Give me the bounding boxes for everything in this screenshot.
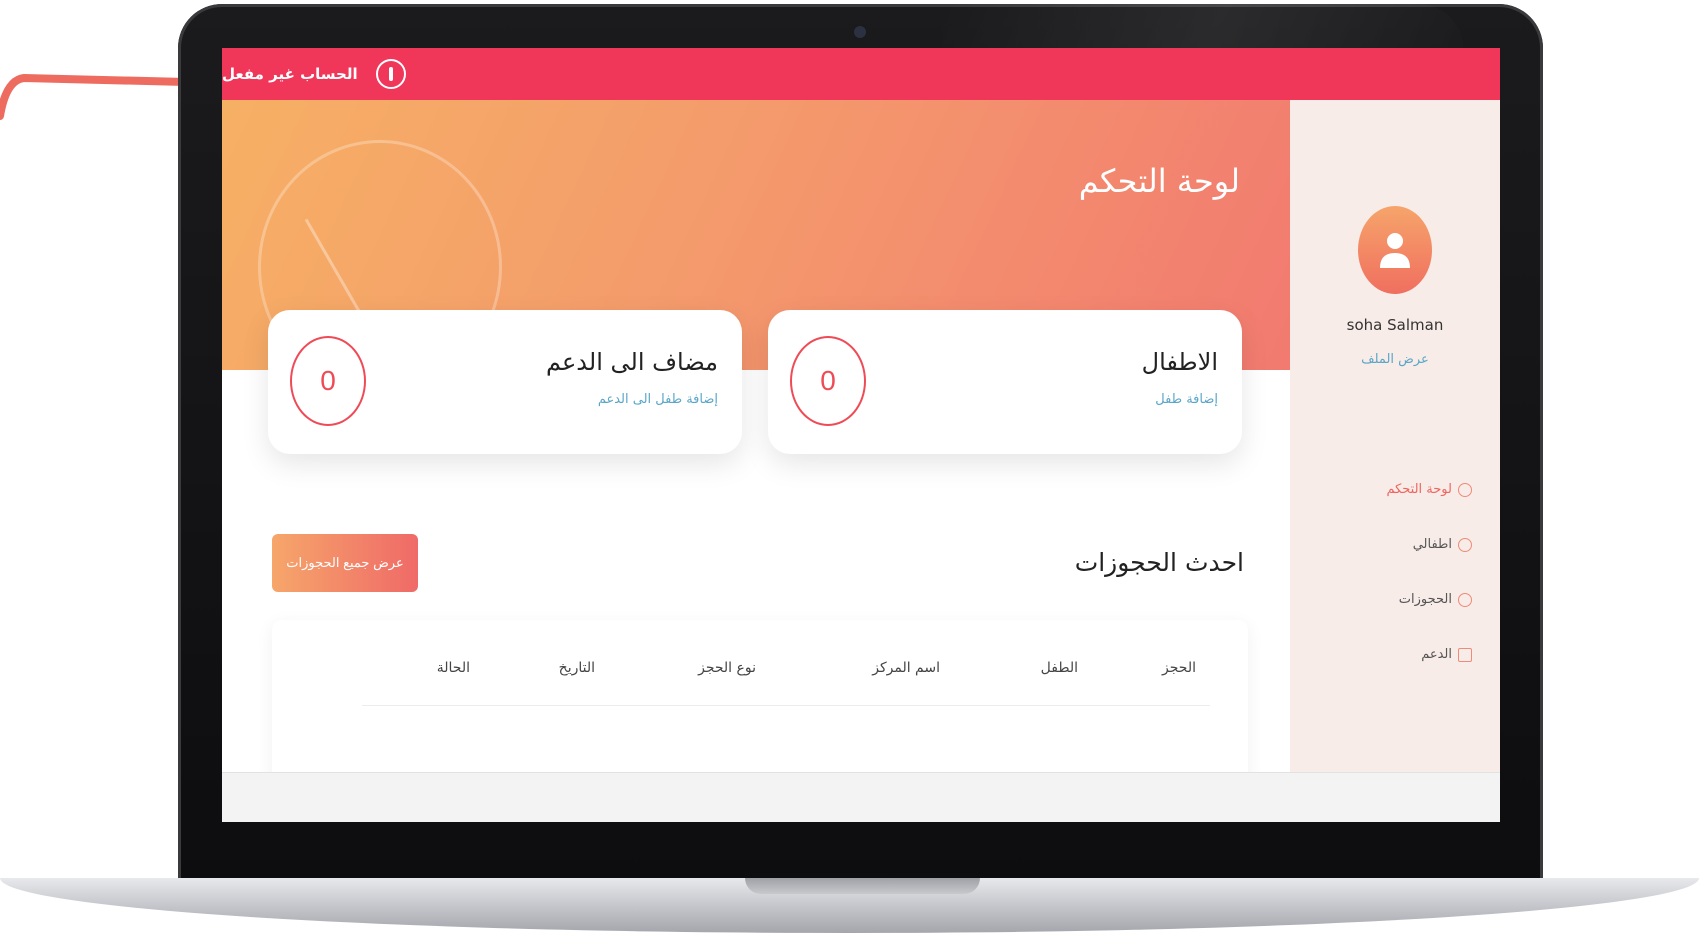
- add-child-to-support-link[interactable]: إضافة طفل الى الدعم: [598, 392, 718, 407]
- user-name: soha Salman: [1346, 316, 1444, 334]
- column-booking-type[interactable]: نوع الحجز: [698, 660, 756, 676]
- support-count: 0: [290, 336, 366, 426]
- column-status[interactable]: الحالة: [437, 660, 470, 676]
- column-booking[interactable]: الحجز: [1162, 660, 1196, 676]
- sidebar-nav: لوحة التحكم اطفالي الحجوزات الدعم: [1386, 462, 1472, 682]
- children-stat-card: الاطفال إضافة طفل 0: [768, 310, 1242, 454]
- screen-bottom-strip: [222, 772, 1500, 822]
- sidebar-item-bookings[interactable]: الحجوزات: [1386, 572, 1472, 627]
- sidebar: soha Salman عرض الملف لوحة التحكم اطفالي…: [1290, 100, 1500, 773]
- children-stat-title: الاطفال: [1141, 348, 1218, 376]
- avatar[interactable]: [1358, 206, 1432, 294]
- table-header: الحجز الطفل اسم المركز نوع الحجز التاريخ…: [362, 620, 1210, 706]
- add-child-link[interactable]: إضافة طفل: [1155, 392, 1218, 407]
- children-icon: [1458, 537, 1472, 552]
- sidebar-item-label: اطفالي: [1412, 537, 1452, 552]
- laptop-notch: [745, 878, 980, 894]
- column-date[interactable]: التاريخ: [559, 660, 595, 676]
- check-circle-icon: [1458, 592, 1472, 607]
- page-title: لوحة التحكم: [1078, 162, 1240, 200]
- alert-icon: [375, 59, 406, 89]
- support-stat-card: مضاف الى الدعم إضافة طفل الى الدعم 0: [268, 310, 742, 454]
- dashboard-icon: [1458, 482, 1472, 497]
- sidebar-item-label: الحجوزات: [1398, 592, 1452, 607]
- sidebar-item-support[interactable]: الدعم: [1386, 627, 1472, 682]
- sidebar-item-children[interactable]: اطفالي: [1386, 517, 1472, 572]
- column-child[interactable]: الطفل: [1041, 660, 1078, 676]
- children-count: 0: [790, 336, 866, 426]
- calendar-icon: [1458, 647, 1472, 662]
- view-profile-link[interactable]: عرض الملف: [1290, 352, 1500, 367]
- decorative-stroke: [0, 73, 190, 120]
- user-icon: [1380, 233, 1410, 268]
- sidebar-item-label: الدعم: [1421, 647, 1452, 662]
- alert-text: الحساب غير مفعل: [222, 65, 358, 83]
- column-center-name[interactable]: اسم المركز: [872, 660, 940, 676]
- account-inactive-banner: الحساب غير مفعل: [222, 48, 1500, 100]
- sidebar-item-label: لوحة التحكم: [1386, 482, 1452, 497]
- webcam-icon: [854, 26, 866, 38]
- latest-bookings-title: احدث الحجوزات: [1074, 548, 1244, 577]
- view-all-bookings-button[interactable]: عرض جميع الحجوزات: [272, 534, 418, 592]
- sidebar-item-dashboard[interactable]: لوحة التحكم: [1386, 462, 1472, 517]
- laptop-screen: الحساب غير مفعل لوحة التحكم الاطفال إضاف…: [222, 48, 1500, 822]
- support-stat-title: مضاف الى الدعم: [546, 348, 718, 376]
